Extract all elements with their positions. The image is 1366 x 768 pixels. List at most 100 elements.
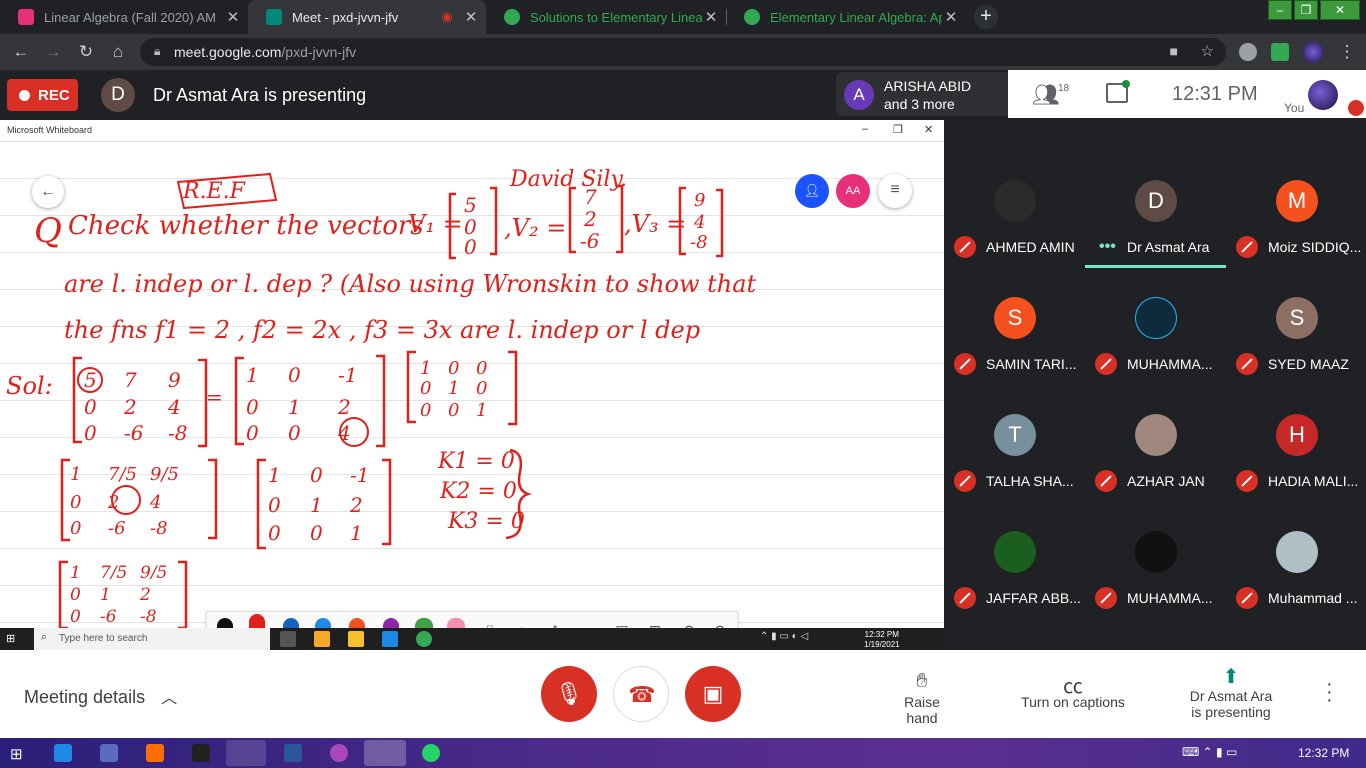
v2-label: ,V₂ =: [504, 214, 566, 242]
mic-off-icon: [954, 587, 976, 609]
close-window-button[interactable]: ✕: [1320, 0, 1360, 20]
meet-favicon-icon: [266, 9, 282, 25]
close-tab-icon[interactable]: ✕: [702, 8, 720, 26]
question-q: Q: [34, 211, 62, 251]
leave-call-button[interactable]: ☎︎: [613, 666, 669, 722]
bookmark-star-icon[interactable]: ☆: [1201, 42, 1214, 60]
illustrator-icon[interactable]: [146, 744, 164, 762]
app-title: Microsoft Whiteboard: [7, 125, 93, 135]
participant-tile[interactable]: MUHAMMA...: [1085, 501, 1226, 618]
m1-right-bracket: [198, 358, 208, 448]
captions-button[interactable]: ㏄ Turn on captions: [1018, 670, 1128, 710]
raised-more: and 3 more: [884, 96, 955, 112]
m4-entry: 0: [70, 518, 81, 539]
close-tab-icon[interactable]: ✕: [224, 8, 242, 26]
camera-in-use-icon[interactable]: ■: [1170, 43, 1178, 59]
reload-icon[interactable]: ↻: [75, 41, 97, 63]
participant-name: TALHA SHA...: [986, 473, 1074, 489]
avatar: S: [1276, 297, 1318, 339]
minimize-button[interactable]: –: [1268, 0, 1292, 20]
m6-left-bracket: [58, 560, 68, 628]
tab-meet[interactable]: Meet - pxd-jvvn-jfv ◉ ✕: [248, 0, 486, 34]
host-clock: 12:32 PM: [1298, 746, 1350, 760]
participant-name: SYED MAAZ: [1268, 356, 1349, 372]
m5-entry: 1: [268, 463, 281, 487]
profile-avatar-icon[interactable]: [1302, 41, 1324, 63]
mic-toggle-button[interactable]: 🎙︎: [541, 666, 597, 722]
m5-entry: 0: [310, 521, 323, 545]
participant-tile[interactable]: T TALHA SHA...: [944, 384, 1085, 501]
participant-tile[interactable]: Muhammad ...: [1226, 501, 1366, 618]
m4-entry: 4: [149, 492, 161, 513]
v2-entry-1: 7: [584, 185, 597, 209]
participant-tile[interactable]: D Dr Asmat Ara •••: [1085, 150, 1226, 267]
participant-tile[interactable]: JAFFAR ABB...: [944, 501, 1085, 618]
forward-arrow-icon[interactable]: →: [42, 41, 64, 63]
close-tab-icon[interactable]: ✕: [462, 8, 480, 26]
m4-entry: 9/5: [150, 464, 179, 485]
screenshot-extension-icon[interactable]: [1239, 43, 1257, 61]
hang-up-icon: ☎︎: [628, 682, 656, 707]
avatar: [1135, 414, 1177, 456]
meeting-details-button[interactable]: Meeting details ︿: [24, 684, 177, 708]
avatar: [1276, 531, 1318, 573]
recording-indicator-icon: ◉: [441, 9, 453, 24]
tab-elementary[interactable]: Elementary Linear Algebra: Appli ✕: [726, 0, 966, 34]
m4-left-bracket: [60, 458, 70, 542]
m1-entry: 7: [124, 368, 137, 392]
word-icon[interactable]: [284, 744, 302, 762]
file-explorer-icon[interactable]: [226, 740, 266, 766]
participant-tile[interactable]: S SAMIN TARI...: [944, 267, 1085, 384]
chrome-icon[interactable]: [364, 740, 406, 766]
v2-entry-2: 2: [583, 207, 597, 231]
vscode-icon[interactable]: [54, 744, 72, 762]
maximize-button[interactable]: ❐: [1294, 0, 1318, 20]
self-avatar[interactable]: [1308, 80, 1338, 110]
menu-kebab-icon[interactable]: ⋮: [1336, 41, 1358, 63]
participant-tile[interactable]: AHMED AMIN: [944, 150, 1085, 267]
tab-linear-algebra[interactable]: Linear Algebra (Fall 2020) AM ✕: [0, 0, 248, 34]
m6-entry: 1: [70, 563, 81, 583]
shared-date: 1/19/2021: [864, 640, 900, 649]
participant-tile[interactable]: MUHAMMA...: [1085, 267, 1226, 384]
m4-entry: -8: [150, 518, 168, 539]
participant-tile[interactable]: M Moiz SIDDIQ...: [1226, 150, 1366, 267]
tab-solutions[interactable]: Solutions to Elementary Linear Al ✕: [486, 0, 726, 34]
participant-tile[interactable]: AZHAR JAN: [1085, 384, 1226, 501]
m3-entry: 0: [420, 400, 431, 421]
matrix-m2: 1 0 -10 1 20 0 4: [246, 363, 357, 445]
visio-icon[interactable]: [100, 744, 118, 762]
close-tab-icon[interactable]: ✕: [942, 8, 960, 26]
participant-tile[interactable]: S SYED MAAZ: [1226, 267, 1366, 384]
v2-entry-3: -6: [580, 229, 600, 253]
whatsapp-icon[interactable]: [422, 744, 440, 762]
mic-off-icon: [954, 236, 976, 258]
new-tab-button[interactable]: +: [974, 5, 998, 29]
lock-icon: 🔒︎: [154, 44, 161, 58]
raised-hands-chip[interactable]: A ARISHA ABID and 3 more: [836, 72, 1008, 116]
globe-icon: [744, 9, 760, 25]
m5-entry: 0: [310, 463, 323, 487]
extensions-puzzle-icon[interactable]: [1271, 43, 1289, 61]
share-person-icon: 👤︎: [795, 174, 829, 208]
captions-label: Turn on captions: [1021, 694, 1125, 710]
m2-entry: 1: [246, 363, 259, 387]
raise-hand-button[interactable]: ✋︎ Raise hand: [888, 670, 956, 726]
participant-name: Moiz SIDDIQ...: [1268, 239, 1362, 255]
m6-entry: 2: [139, 585, 151, 605]
m4-entry: 1: [70, 464, 81, 485]
participant-tile[interactable]: H HADIA MALI...: [1226, 384, 1366, 501]
address-bar[interactable]: 🔒︎ meet.google.com/pxd-jvvn-jfv ■ ☆: [140, 38, 1226, 66]
people-icon[interactable]: 👥︎: [1032, 82, 1060, 107]
back-arrow-icon[interactable]: ←: [10, 41, 32, 63]
camera-off-icon: ▣: [702, 681, 724, 706]
record-dot-icon: [19, 89, 30, 101]
windows-start-icon[interactable]: ⊞: [10, 745, 23, 763]
more-options-icon[interactable]: · · ·: [1326, 674, 1333, 710]
presenting-button[interactable]: ⬆︎ Dr Asmat Ara is presenting: [1186, 664, 1276, 720]
camera-toggle-button[interactable]: ▣: [685, 666, 741, 722]
app-icon[interactable]: [330, 744, 348, 762]
home-icon[interactable]: ⌂: [107, 41, 129, 63]
intellij-icon[interactable]: [192, 744, 210, 762]
m2-entry: 4: [337, 421, 351, 445]
